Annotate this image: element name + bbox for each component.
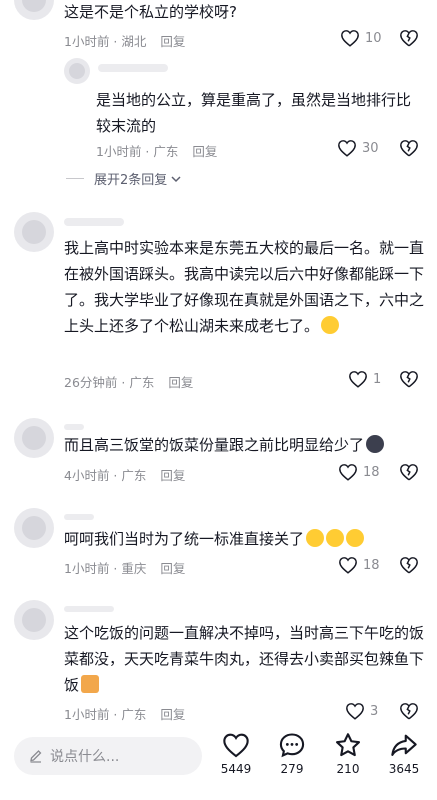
comment-text-body: 而且高三饭堂的饭菜份量跟之前比明显给少了 bbox=[64, 436, 365, 454]
comment-text-body: 呵呵我们当时为了统一标准直接关了 bbox=[64, 530, 305, 548]
like-count: 18 bbox=[363, 464, 380, 480]
avatar[interactable] bbox=[14, 418, 54, 458]
time-location: 1小时前 · 广东 bbox=[64, 707, 147, 722]
avatar[interactable] bbox=[14, 508, 54, 548]
share-total: 3645 bbox=[388, 762, 420, 776]
broken-heart-icon bbox=[400, 30, 418, 47]
expand-label: 展开2条回复 bbox=[94, 173, 168, 188]
like-total: 5449 bbox=[220, 762, 252, 776]
comment-meta: 1小时前 · 广东 回复 bbox=[96, 141, 217, 160]
like-button[interactable]: 1 bbox=[348, 370, 381, 388]
username-placeholder bbox=[64, 514, 94, 520]
time-location: 1小时前 · 重庆 bbox=[64, 561, 147, 576]
heart-icon bbox=[339, 464, 357, 481]
comment-text-body: 这个吃饭的问题一直解决不掉吗，当时高三下午吃的饭菜都没，天天吃青菜牛肉丸，还得去… bbox=[64, 624, 425, 694]
chevron-down-icon bbox=[171, 175, 181, 182]
comment-text: 这是不是个私立的学校呀? bbox=[64, 3, 237, 21]
comment-meta: 4小时前 · 广东 回复 bbox=[64, 465, 185, 484]
like-count: 30 bbox=[362, 140, 379, 156]
laughing-emoji-icon bbox=[321, 316, 340, 334]
reply-button[interactable]: 回复 bbox=[160, 561, 185, 576]
reply-button[interactable]: 回复 bbox=[192, 144, 217, 159]
comment-input[interactable]: 说点什么... bbox=[14, 737, 202, 775]
dislike-button[interactable] bbox=[399, 370, 419, 392]
dislike-button[interactable] bbox=[399, 702, 419, 724]
broken-heart-icon bbox=[400, 464, 418, 481]
like-video-button[interactable]: 5449 bbox=[211, 732, 261, 776]
star-icon bbox=[335, 733, 361, 757]
time-location: 1小时前 · 广东 bbox=[96, 144, 179, 159]
laughing-emoji-icon bbox=[306, 529, 325, 547]
heart-icon bbox=[338, 140, 356, 157]
like-button[interactable]: 18 bbox=[338, 556, 380, 574]
comment-text-body: 我上高中时实验本来是东莞五大校的最后一名。就一直在被外国语踩头。我高中读完以后六… bbox=[64, 239, 425, 335]
heart-icon bbox=[339, 557, 357, 574]
time-location: 26分钟前 · 广东 bbox=[64, 375, 155, 390]
avatar[interactable] bbox=[14, 600, 54, 640]
comment-meta: 1小时前 · 重庆 回复 bbox=[64, 558, 185, 577]
avatar[interactable] bbox=[64, 58, 90, 84]
like-button[interactable]: 3 bbox=[345, 702, 378, 720]
comment-text: 呵呵我们当时为了统一标准直接关了 bbox=[64, 526, 424, 552]
avatar[interactable] bbox=[14, 0, 54, 20]
like-count: 3 bbox=[370, 703, 379, 719]
reply-button[interactable]: 回复 bbox=[160, 34, 185, 49]
expand-replies[interactable]: 展开2条回复 bbox=[66, 169, 181, 188]
favorite-total: 210 bbox=[336, 762, 360, 776]
bottom-action-bar: 说点什么... 5449 279 210 3645 bbox=[0, 728, 437, 800]
username-placeholder bbox=[64, 424, 84, 430]
dislike-button[interactable] bbox=[399, 139, 419, 161]
heart-icon bbox=[341, 30, 359, 47]
comment-meta: 26分钟前 · 广东 回复 bbox=[64, 372, 193, 391]
comment-meta: 1小时前 · 湖北 回复 bbox=[64, 31, 185, 50]
dark-face-emoji-icon bbox=[366, 435, 385, 453]
input-placeholder: 说点什么... bbox=[50, 749, 120, 765]
like-button[interactable]: 10 bbox=[340, 29, 382, 47]
heart-icon bbox=[223, 733, 249, 758]
broken-heart-icon bbox=[400, 703, 418, 720]
comment-total: 279 bbox=[280, 762, 304, 776]
like-count: 18 bbox=[363, 557, 380, 573]
like-button[interactable]: 18 bbox=[338, 463, 380, 481]
broken-heart-icon bbox=[400, 557, 418, 574]
username-placeholder bbox=[98, 64, 168, 72]
reply-button[interactable]: 回复 bbox=[160, 468, 185, 483]
heart-icon bbox=[349, 371, 367, 388]
dislike-button[interactable] bbox=[399, 556, 419, 578]
comment-meta: 1小时前 · 广东 回复 bbox=[64, 704, 185, 723]
like-count: 10 bbox=[365, 30, 382, 46]
laughing-emoji-icon bbox=[326, 529, 345, 547]
divider bbox=[66, 178, 84, 179]
comment-text: 而且高三饭堂的饭菜份量跟之前比明显给少了 bbox=[64, 432, 424, 458]
favorite-button[interactable]: 210 bbox=[323, 732, 373, 776]
comment-bubble-icon bbox=[279, 733, 305, 758]
like-count: 1 bbox=[373, 371, 382, 387]
comment-text: 这个吃饭的问题一直解决不掉吗，当时高三下午吃的饭菜都没，天天吃青菜牛肉丸，还得去… bbox=[64, 620, 424, 698]
time-location: 1小时前 · 湖北 bbox=[64, 34, 147, 49]
broken-heart-icon bbox=[400, 140, 418, 157]
username-placeholder bbox=[64, 606, 114, 612]
like-button[interactable]: 30 bbox=[337, 139, 379, 157]
snack-emoji-icon bbox=[81, 675, 100, 693]
share-button[interactable]: 3645 bbox=[379, 732, 429, 776]
avatar[interactable] bbox=[14, 212, 54, 252]
comment-text: 是当地的公立，算是重高了，虽然是当地排行比较末流的 bbox=[96, 91, 412, 135]
time-location: 4小时前 · 广东 bbox=[64, 468, 147, 483]
reply-button[interactable]: 回复 bbox=[168, 375, 193, 390]
pencil-icon bbox=[30, 750, 42, 763]
comment-text: 我上高中时实验本来是东莞五大校的最后一名。就一直在被外国语踩头。我高中读完以后六… bbox=[64, 235, 424, 339]
laughing-emoji-icon bbox=[346, 529, 365, 547]
dislike-button[interactable] bbox=[399, 29, 419, 51]
reply-button[interactable]: 回复 bbox=[160, 707, 185, 722]
dislike-button[interactable] bbox=[399, 463, 419, 485]
heart-icon bbox=[346, 703, 364, 720]
username-placeholder bbox=[64, 218, 124, 226]
comment-button[interactable]: 279 bbox=[267, 732, 317, 776]
share-arrow-icon bbox=[391, 734, 417, 756]
broken-heart-icon bbox=[400, 371, 418, 388]
